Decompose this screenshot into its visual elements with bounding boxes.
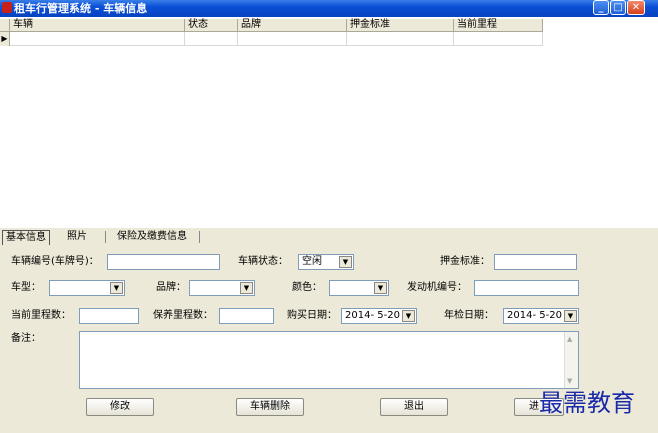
watermark-text: 最需教育: [539, 389, 635, 417]
exit-button[interactable]: 退出: [380, 398, 448, 416]
row-selector-icon[interactable]: ▶: [0, 32, 10, 46]
app-icon: [2, 2, 12, 13]
tab-insurance[interactable]: 保险及缴费信息: [114, 230, 190, 244]
remark-label: 备注：: [11, 333, 41, 344]
modify-button[interactable]: 修改: [86, 398, 154, 416]
chevron-down-icon[interactable]: ▼: [564, 310, 577, 322]
inspection-date-label: 年检日期：: [444, 310, 494, 321]
brand-label: 品牌：: [156, 282, 186, 293]
grid-corner: [0, 19, 10, 32]
scroll-up-icon[interactable]: ▲: [567, 336, 575, 343]
purchase-date-label: 购买日期：: [287, 310, 337, 321]
vehicle-no-label: 车辆编号(车牌号)：: [11, 256, 99, 267]
minimize-button[interactable]: _: [593, 0, 609, 15]
grid-cell-deposit[interactable]: [347, 32, 454, 46]
grid-cell-mileage[interactable]: [454, 32, 543, 46]
tab-photo[interactable]: 照片: [64, 230, 90, 244]
tab-divider: [105, 231, 106, 243]
vehicle-status-label: 车辆状态：: [238, 256, 288, 267]
grid-cell-brand[interactable]: [238, 32, 347, 46]
grid-cell-vehicle[interactable]: [10, 32, 185, 46]
window-title: 租车行管理系统 - 车辆信息: [14, 2, 148, 15]
inspection-date-value: 2014- 5-20: [507, 310, 562, 321]
color-select[interactable]: ▼: [329, 280, 389, 296]
title-bar: 租车行管理系统 - 车辆信息 _ □ ✕: [0, 0, 658, 17]
maintenance-mileage-input[interactable]: [219, 308, 274, 324]
maximize-button[interactable]: □: [610, 0, 626, 15]
column-header-status[interactable]: 状态: [185, 19, 238, 32]
grid-cell-status[interactable]: [185, 32, 238, 46]
vehicle-status-value: 空闲: [302, 256, 322, 267]
tab-divider: [199, 231, 200, 243]
deposit-input[interactable]: [494, 254, 577, 270]
column-header-mileage[interactable]: 当前里程: [454, 19, 543, 32]
purchase-date-picker[interactable]: 2014- 5-20 ▼: [341, 308, 417, 324]
chevron-down-icon[interactable]: ▼: [110, 282, 123, 294]
chevron-down-icon[interactable]: ▼: [240, 282, 253, 294]
color-label: 颜色：: [292, 282, 322, 293]
chevron-down-icon[interactable]: ▼: [402, 310, 415, 322]
vehicle-grid[interactable]: 车辆 状态 品牌 押金标准 当前里程 ▶: [0, 17, 658, 228]
deposit-label: 押金标准：: [440, 256, 490, 267]
purchase-date-value: 2014- 5-20: [345, 310, 400, 321]
column-header-deposit[interactable]: 押金标准: [347, 19, 454, 32]
close-button[interactable]: ✕: [627, 0, 645, 15]
vehicle-status-select[interactable]: 空闲 ▼: [298, 254, 354, 270]
remark-textarea[interactable]: ▲ ▼: [79, 331, 579, 389]
model-label: 车型：: [11, 282, 41, 293]
engine-no-label: 发动机编号：: [407, 282, 467, 293]
column-header-vehicle[interactable]: 车辆: [10, 19, 185, 32]
brand-select[interactable]: ▼: [189, 280, 255, 296]
inspection-date-picker[interactable]: 2014- 5-20 ▼: [503, 308, 579, 324]
engine-no-input[interactable]: [474, 280, 579, 296]
tab-basic-info[interactable]: 基本信息: [2, 230, 50, 245]
delete-vehicle-button[interactable]: 车辆删除: [236, 398, 304, 416]
scroll-down-icon[interactable]: ▼: [567, 378, 575, 385]
vehicle-no-input[interactable]: [107, 254, 220, 270]
chevron-down-icon[interactable]: ▼: [374, 282, 387, 294]
maintenance-mileage-label: 保养里程数：: [153, 310, 213, 321]
remark-scrollbar[interactable]: ▲ ▼: [564, 332, 578, 388]
column-header-brand[interactable]: 品牌: [238, 19, 347, 32]
chevron-down-icon[interactable]: ▼: [339, 256, 352, 268]
model-select[interactable]: ▼: [49, 280, 125, 296]
current-mileage-input[interactable]: [79, 308, 139, 324]
current-mileage-label: 当前里程数：: [11, 310, 71, 321]
